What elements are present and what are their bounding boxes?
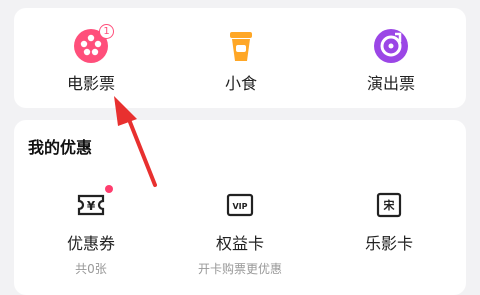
film-reel-icon: 1	[73, 24, 114, 64]
benefit-label: 优惠券	[66, 234, 115, 253]
vip-card-icon: VIP	[225, 190, 255, 220]
vip-text-glyph: VIP	[232, 202, 247, 211]
service-shows[interactable]: 演出票	[331, 8, 451, 94]
benefit-movie-card[interactable]: 宋 乐影卡	[319, 190, 459, 260]
notification-badge: 1	[99, 24, 114, 39]
movie-card-icon: 宋	[374, 190, 404, 220]
movie-card-glyph: 宋	[383, 198, 396, 212]
service-movie-tickets[interactable]: 1 电影票	[31, 8, 151, 94]
drink-cup-icon	[223, 28, 259, 64]
benefit-coupons[interactable]: ¥ 优惠券 共0张	[21, 185, 161, 277]
benefit-label: 乐影卡	[364, 234, 413, 253]
services-card: 1 电影票 小食 演出票	[14, 8, 466, 108]
benefit-subtext: 共0张	[75, 262, 107, 276]
service-label: 电影票	[66, 74, 115, 93]
benefit-label: 权益卡	[215, 234, 264, 253]
benefit-subtext: 开卡购票更优惠	[197, 262, 282, 276]
section-title: 我的优惠	[28, 138, 93, 157]
service-snacks[interactable]: 小食	[181, 8, 301, 94]
benefits-card: 我的优惠 ¥ 优惠券 共0张 VIP 权益卡 开卡购票更优惠 宋 乐影卡	[14, 120, 466, 295]
coupon-yen-glyph: ¥	[87, 199, 96, 213]
unread-dot	[105, 185, 113, 193]
coupon-ticket-icon: ¥	[76, 185, 113, 220]
benefit-rights-card[interactable]: VIP 权益卡 开卡购票更优惠	[170, 190, 310, 277]
service-label: 演出票	[366, 74, 415, 93]
service-label: 小食	[224, 74, 257, 93]
music-disc-icon	[373, 28, 409, 64]
